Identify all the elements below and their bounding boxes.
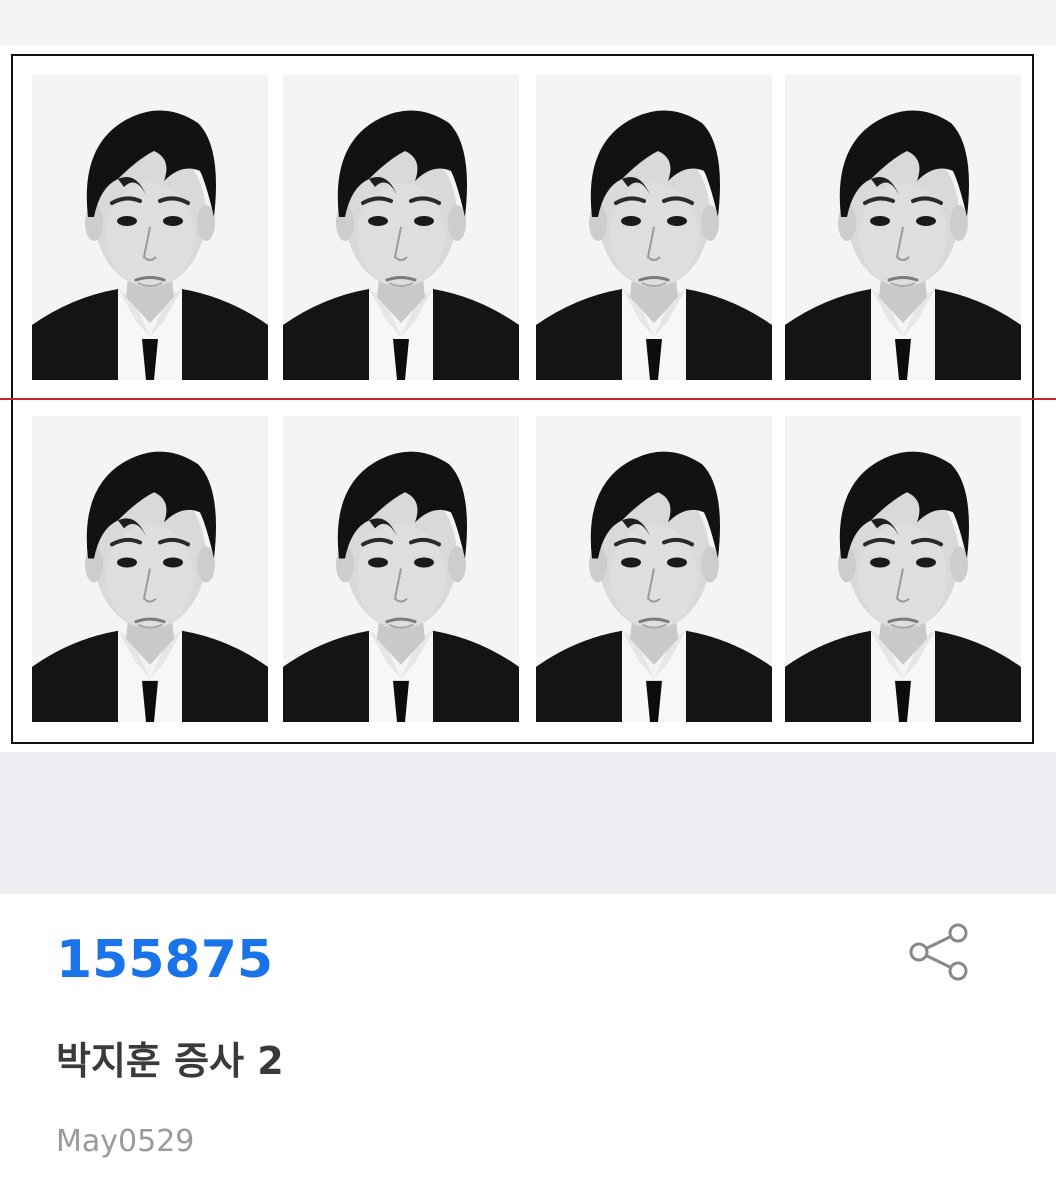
share-button[interactable] <box>906 920 976 986</box>
id-photo <box>785 75 1021 380</box>
cut-line <box>0 398 1056 400</box>
share-icon <box>909 923 968 981</box>
id-photo <box>785 416 1021 722</box>
post-number: 155875 <box>56 930 274 990</box>
post-title: 박지훈 증사 2 <box>56 1039 284 1083</box>
id-photo <box>283 75 519 380</box>
post-author[interactable]: May0529 <box>56 1124 194 1159</box>
top-background <box>0 0 1056 46</box>
id-photo <box>536 416 772 722</box>
image-bottom-background <box>0 752 1056 894</box>
id-photo <box>32 75 268 380</box>
id-photo <box>283 416 519 722</box>
id-photo <box>32 416 268 722</box>
id-photo <box>536 75 772 380</box>
